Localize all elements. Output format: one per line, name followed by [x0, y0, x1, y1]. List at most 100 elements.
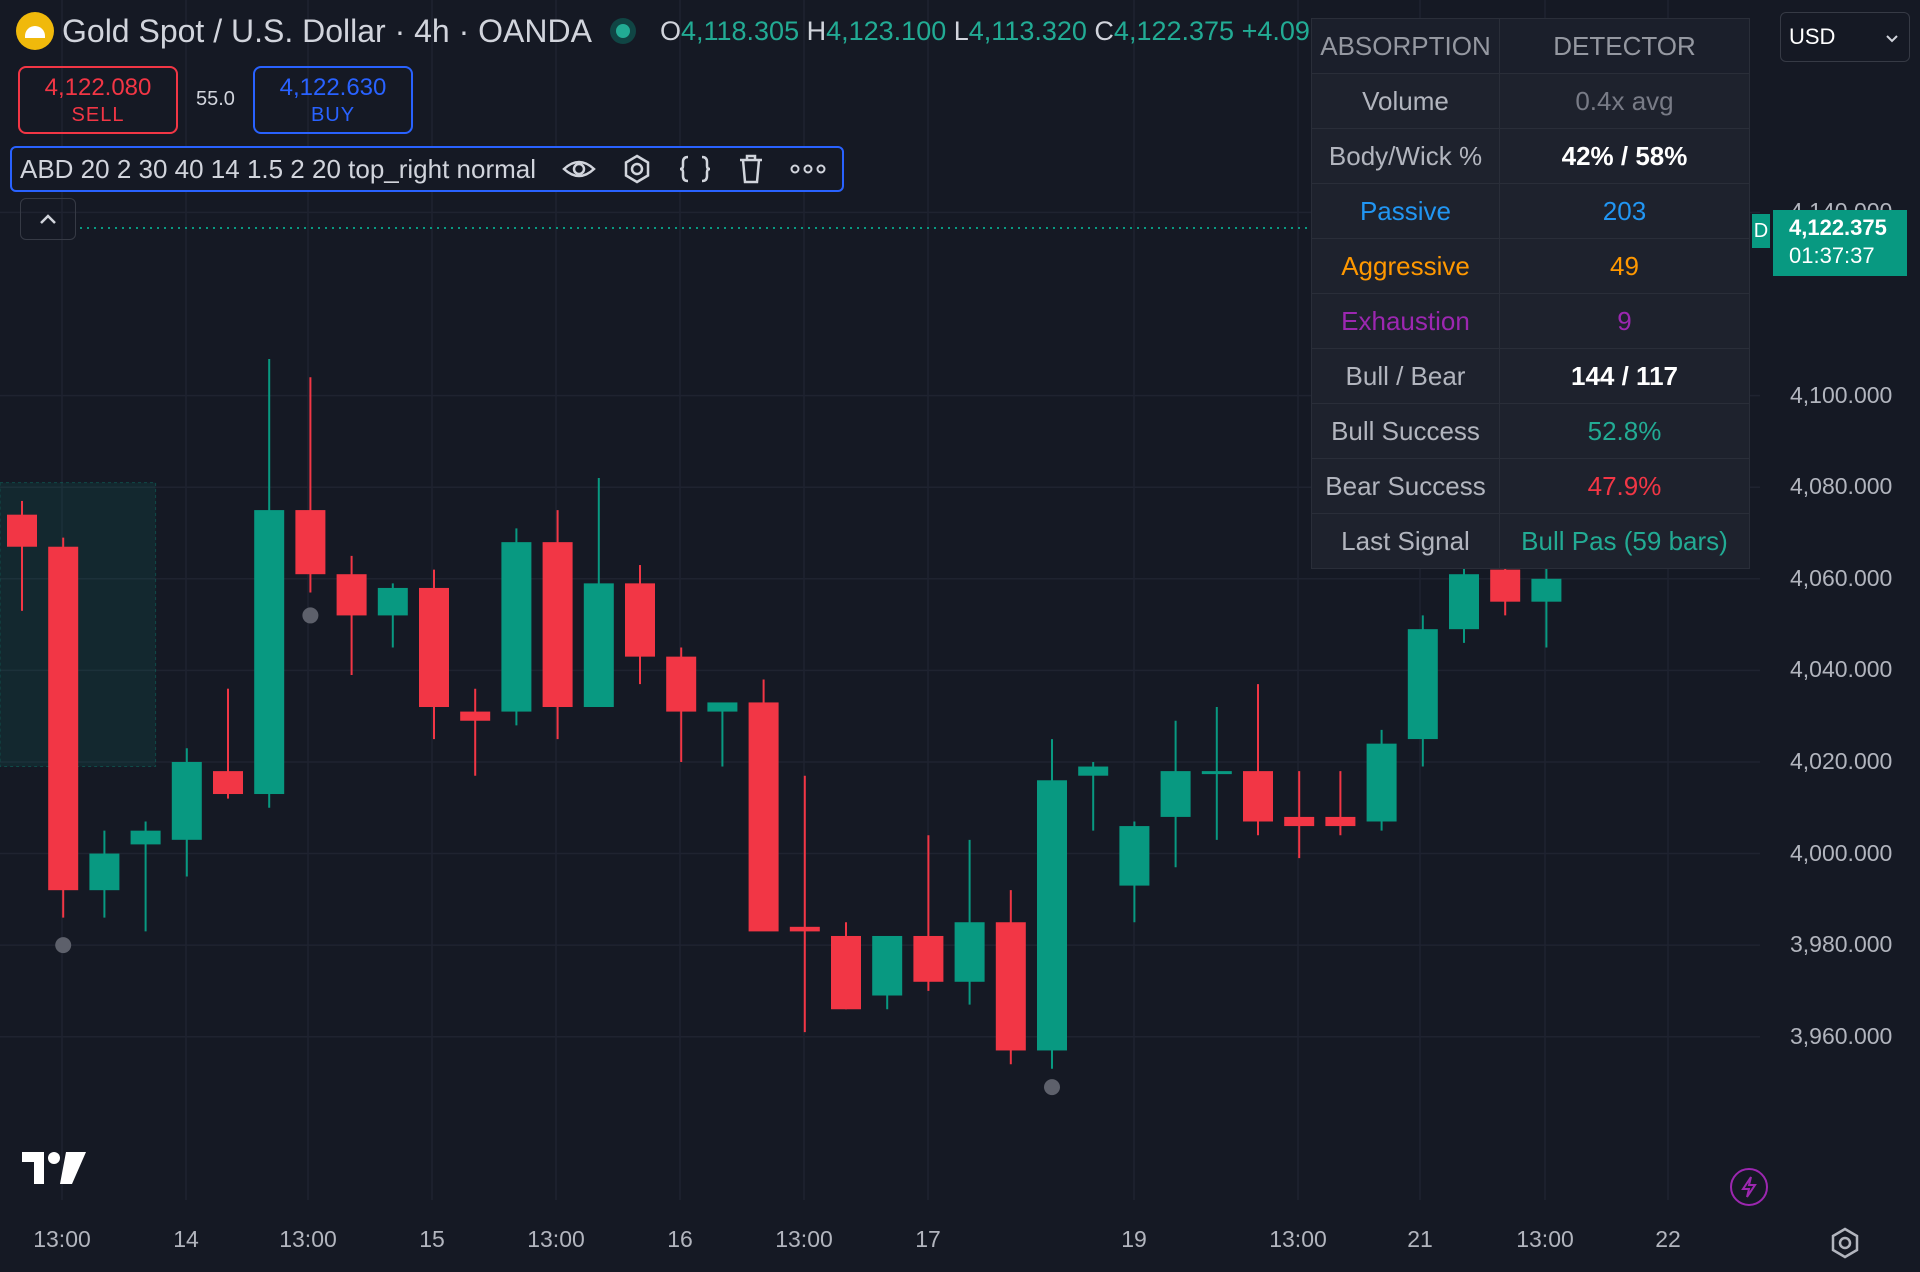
lightning-icon[interactable] — [1730, 1168, 1768, 1206]
currency-select[interactable]: USD — [1780, 12, 1910, 62]
detector-row-label: Last Signal — [1311, 513, 1500, 569]
sell-label: SELL — [71, 104, 125, 126]
chart-settings-icon[interactable] — [1828, 1226, 1862, 1265]
time-axis-label: 17 — [915, 1226, 941, 1252]
time-axis-label: 13:00 — [33, 1226, 91, 1252]
open-key: O — [659, 15, 681, 46]
detector-row-label: Passive — [1311, 183, 1500, 239]
close-value: 4,122.375 — [1113, 15, 1235, 46]
time-axis-label: 21 — [1407, 1226, 1433, 1252]
bear-candle-body — [1243, 771, 1273, 822]
bull-candle-body — [1119, 826, 1150, 886]
time-axis-label: 13:00 — [527, 1226, 585, 1252]
bull-candle-body — [89, 853, 120, 891]
bear-candle-body — [995, 922, 1026, 1051]
settings-icon[interactable] — [622, 154, 652, 184]
more-icon[interactable] — [790, 163, 826, 175]
last-price-value: 4,122.375 — [1789, 215, 1887, 240]
buy-label: BUY — [310, 104, 356, 126]
bear-candle-body — [336, 574, 367, 616]
detector-row: Bull Success 52.8% — [1311, 403, 1750, 459]
market-open-icon — [609, 18, 636, 44]
price-axis-label: 4,020.000 — [1790, 747, 1893, 774]
bear-candle-body — [789, 926, 820, 932]
bull-candle-body — [1160, 771, 1191, 817]
indicator-label[interactable]: ABD 20 2 30 40 14 1.5 2 20 top_right nor… — [20, 154, 536, 185]
detector-row-label: Exhaustion — [1311, 293, 1500, 349]
bear-candle-body — [625, 583, 655, 657]
high-key: H — [806, 15, 827, 46]
price-axis-label: 4,100.000 — [1790, 381, 1893, 408]
symbol-name[interactable]: Gold Spot — [62, 13, 204, 50]
table-header-row: ABSORPTION DETECTOR — [1311, 18, 1750, 74]
high-value: 4,123.100 — [826, 15, 947, 46]
bull-candle-body — [1531, 578, 1562, 602]
sell-price: 4,122.080 — [44, 74, 152, 101]
time-axis-label: 19 — [1121, 1226, 1147, 1252]
source-code-icon[interactable] — [678, 154, 712, 184]
delete-icon[interactable] — [738, 154, 764, 184]
price-axis-label: 3,980.000 — [1790, 931, 1893, 958]
header-right: DETECTOR — [1499, 18, 1750, 74]
close-key: C — [1094, 15, 1114, 46]
time-axis-label: 22 — [1655, 1226, 1681, 1252]
bull-candle-body — [171, 761, 202, 840]
bull-candle-body — [1201, 771, 1232, 775]
detector-row-value: 144 / 117 — [1499, 348, 1750, 404]
detector-row: Last Signal Bull Pas (59 bars) — [1311, 513, 1750, 569]
signal-dot — [55, 937, 72, 954]
collapse-legend-button[interactable] — [20, 198, 76, 240]
detector-row-value: 49 — [1499, 238, 1750, 294]
bear-candle-body — [913, 935, 944, 982]
detector-row: Volume 0.4x avg — [1311, 73, 1750, 129]
bear-candle-body — [542, 542, 573, 708]
detector-row-label: Bull Success — [1311, 403, 1500, 459]
eye-icon[interactable] — [562, 157, 596, 181]
detector-row-label: Body/Wick % — [1311, 128, 1500, 184]
time-axis-label: 13:00 — [1269, 1226, 1327, 1252]
bull-candle-body — [254, 510, 285, 795]
detector-row-value: 9 — [1499, 293, 1750, 349]
bear-candle-body — [48, 546, 79, 891]
detector-row-value: 42% / 58% — [1499, 128, 1750, 184]
currency-value: USD — [1789, 24, 1836, 49]
detector-row-value: Bull Pas (59 bars) — [1499, 513, 1750, 569]
buy-button[interactable]: 4,122.630 BUY — [253, 66, 413, 134]
absorption-detector-table: ABSORPTION DETECTOR Volume 0.4x avg Body/W… — [1311, 18, 1750, 569]
detector-row: Body/Wick % 42% / 58% — [1311, 128, 1750, 184]
price-axis-label: 4,060.000 — [1790, 564, 1893, 591]
detector-row: Exhaustion 9 — [1311, 293, 1750, 349]
bull-candle-body — [501, 542, 532, 712]
signal-dot — [302, 607, 319, 624]
detector-row-value: 52.8% — [1499, 403, 1750, 459]
detector-row-value: 0.4x avg — [1499, 73, 1750, 129]
bear-candle-body — [1284, 816, 1315, 827]
detector-row: Bear Success 47.9% — [1311, 458, 1750, 514]
bull-candle-body — [1078, 766, 1109, 776]
detector-row-label: Bull / Bear — [1311, 348, 1500, 404]
time-axis-label: 15 — [419, 1226, 445, 1252]
signal-dot — [1044, 1079, 1060, 1096]
indicator-legend[interactable]: ABD 20 2 30 40 14 1.5 2 20 top_right nor… — [10, 146, 844, 192]
time-axis-label: 14 — [173, 1226, 199, 1252]
bear-candle-body — [831, 935, 861, 1010]
bear-candle-body — [666, 656, 697, 712]
chevron-down-icon — [1885, 24, 1899, 50]
open-value: 4,118.305 — [680, 15, 800, 46]
interval[interactable]: 4h — [414, 13, 450, 50]
symbol-header: Gold Spot / U.S. Dollar · 4h · OANDA O4,… — [16, 12, 1443, 50]
time-axis-label: 16 — [667, 1226, 693, 1252]
detector-row-value: 203 — [1499, 183, 1750, 239]
header-left: ABSORPTION — [1311, 18, 1500, 74]
bear-candle-body — [1325, 816, 1356, 827]
price-axis-label: 4,040.000 — [1790, 656, 1893, 683]
bull-candle-body — [872, 935, 903, 996]
tradingview-logo[interactable] — [22, 1150, 88, 1191]
bar-countdown: 01:37:37 — [1789, 243, 1875, 268]
time-axis-label: 13:00 — [775, 1226, 833, 1252]
bear-candle-body — [748, 702, 779, 932]
price-axis-label: 4,080.000 — [1790, 473, 1893, 500]
sell-button[interactable]: 4,122.080 SELL — [18, 66, 178, 134]
bear-candle-body — [460, 711, 491, 721]
bear-candle-body — [1490, 569, 1521, 602]
